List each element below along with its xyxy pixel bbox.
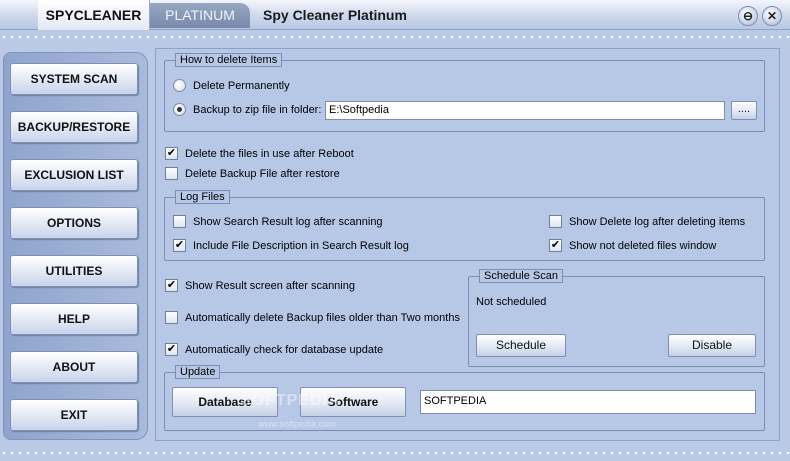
delete-permanently-label: Delete Permanently	[193, 80, 290, 92]
sidebar-item-exclusion-list[interactable]: EXCLUSION LIST	[10, 159, 138, 191]
include-description-option[interactable]: ✔ Include File Description in Search Res…	[173, 238, 423, 254]
delete-in-use-option[interactable]: ✔ Delete the files in use after Reboot	[165, 146, 385, 162]
delete-backup-label: Delete Backup File after restore	[185, 168, 340, 180]
options-panel: How to delete Items Delete Permanently B…	[155, 48, 780, 441]
show-search-log-option[interactable]: Show Search Result log after scanning	[173, 214, 423, 230]
show-search-log-checkbox[interactable]	[173, 215, 186, 228]
delete-backup-option[interactable]: Delete Backup File after restore	[165, 166, 385, 182]
include-description-checkbox[interactable]: ✔	[173, 239, 186, 252]
show-not-deleted-label: Show not deleted files window	[569, 240, 717, 252]
show-not-deleted-checkbox[interactable]: ✔	[549, 239, 562, 252]
window-title: Spy Cleaner Platinum	[263, 7, 407, 23]
backup-zip-radio[interactable]	[173, 103, 186, 116]
sidebar: SYSTEM SCAN BACKUP/RESTORE EXCLUSION LIS…	[3, 52, 148, 440]
auto-delete-backup-label: Automatically delete Backup files older …	[185, 312, 460, 324]
brand-tab: SPYCLEANER	[38, 0, 150, 30]
show-not-deleted-option[interactable]: ✔ Show not deleted files window	[549, 238, 749, 254]
delete-items-group: How to delete Items Delete Permanently B…	[164, 53, 765, 132]
auto-delete-backup-checkbox[interactable]	[165, 311, 178, 324]
update-title: Update	[175, 365, 221, 379]
delete-permanently-option[interactable]: Delete Permanently	[173, 78, 373, 94]
include-description-label: Include File Description in Search Resul…	[193, 240, 409, 252]
sidebar-item-about[interactable]: ABOUT	[10, 351, 138, 383]
schedule-scan-group: Schedule Scan Not scheduled Schedule Dis…	[468, 269, 765, 367]
decorative-stripe-bottom	[0, 450, 790, 456]
auto-check-update-option[interactable]: ✔ Automatically check for database updat…	[165, 342, 395, 358]
update-info-field[interactable]: SOFTPEDIA	[420, 390, 756, 414]
delete-in-use-label: Delete the files in use after Reboot	[185, 148, 354, 160]
backup-zip-option[interactable]: Backup to zip file in folder:	[173, 102, 333, 118]
show-search-log-label: Show Search Result log after scanning	[193, 216, 383, 228]
delete-items-title: How to delete Items	[175, 53, 283, 67]
show-delete-log-option[interactable]: Show Delete log after deleting items	[549, 214, 749, 230]
backup-zip-label: Backup to zip file in folder:	[193, 104, 322, 116]
show-delete-log-checkbox[interactable]	[549, 215, 562, 228]
softpedia-watermark: SOFTPEDIA	[240, 392, 341, 409]
auto-delete-backup-option[interactable]: Automatically delete Backup files older …	[165, 310, 465, 326]
minimize-button[interactable]: ⊖	[738, 6, 758, 26]
title-bar: SPYCLEANER PLATINUM Spy Cleaner Platinum…	[0, 0, 790, 30]
backup-folder-input[interactable]: E:\Softpedia	[325, 101, 725, 120]
decorative-stripe-top	[0, 34, 790, 40]
sidebar-item-backup-restore[interactable]: BACKUP/RESTORE	[10, 111, 138, 143]
show-result-screen-checkbox[interactable]: ✔	[165, 279, 178, 292]
close-button[interactable]: ✕	[762, 6, 782, 26]
schedule-scan-title: Schedule Scan	[479, 269, 563, 283]
softpedia-watermark-url: www.softpedia.com	[258, 419, 336, 429]
log-files-group: Log Files Show Search Result log after s…	[164, 190, 765, 261]
auto-check-update-label: Automatically check for database update	[185, 344, 384, 356]
browse-folder-button[interactable]: ....	[731, 101, 757, 120]
schedule-button[interactable]: Schedule	[476, 334, 566, 357]
schedule-status: Not scheduled	[476, 296, 547, 308]
sidebar-item-utilities[interactable]: UTILITIES	[10, 255, 138, 287]
show-result-screen-option[interactable]: ✔ Show Result screen after scanning	[165, 278, 385, 294]
delete-backup-checkbox[interactable]	[165, 167, 178, 180]
sidebar-item-help[interactable]: HELP	[10, 303, 138, 335]
edition-tab: PLATINUM	[150, 3, 250, 28]
log-files-title: Log Files	[175, 190, 230, 204]
disable-schedule-button[interactable]: Disable	[668, 334, 756, 357]
delete-in-use-checkbox[interactable]: ✔	[165, 147, 178, 160]
delete-permanently-radio[interactable]	[173, 79, 186, 92]
sidebar-item-options[interactable]: OPTIONS	[10, 207, 138, 239]
show-delete-log-label: Show Delete log after deleting items	[569, 216, 746, 228]
sidebar-item-system-scan[interactable]: SYSTEM SCAN	[10, 63, 138, 95]
show-result-screen-label: Show Result screen after scanning	[185, 280, 355, 292]
auto-check-update-checkbox[interactable]: ✔	[165, 343, 178, 356]
sidebar-item-exit[interactable]: EXIT	[10, 399, 138, 431]
